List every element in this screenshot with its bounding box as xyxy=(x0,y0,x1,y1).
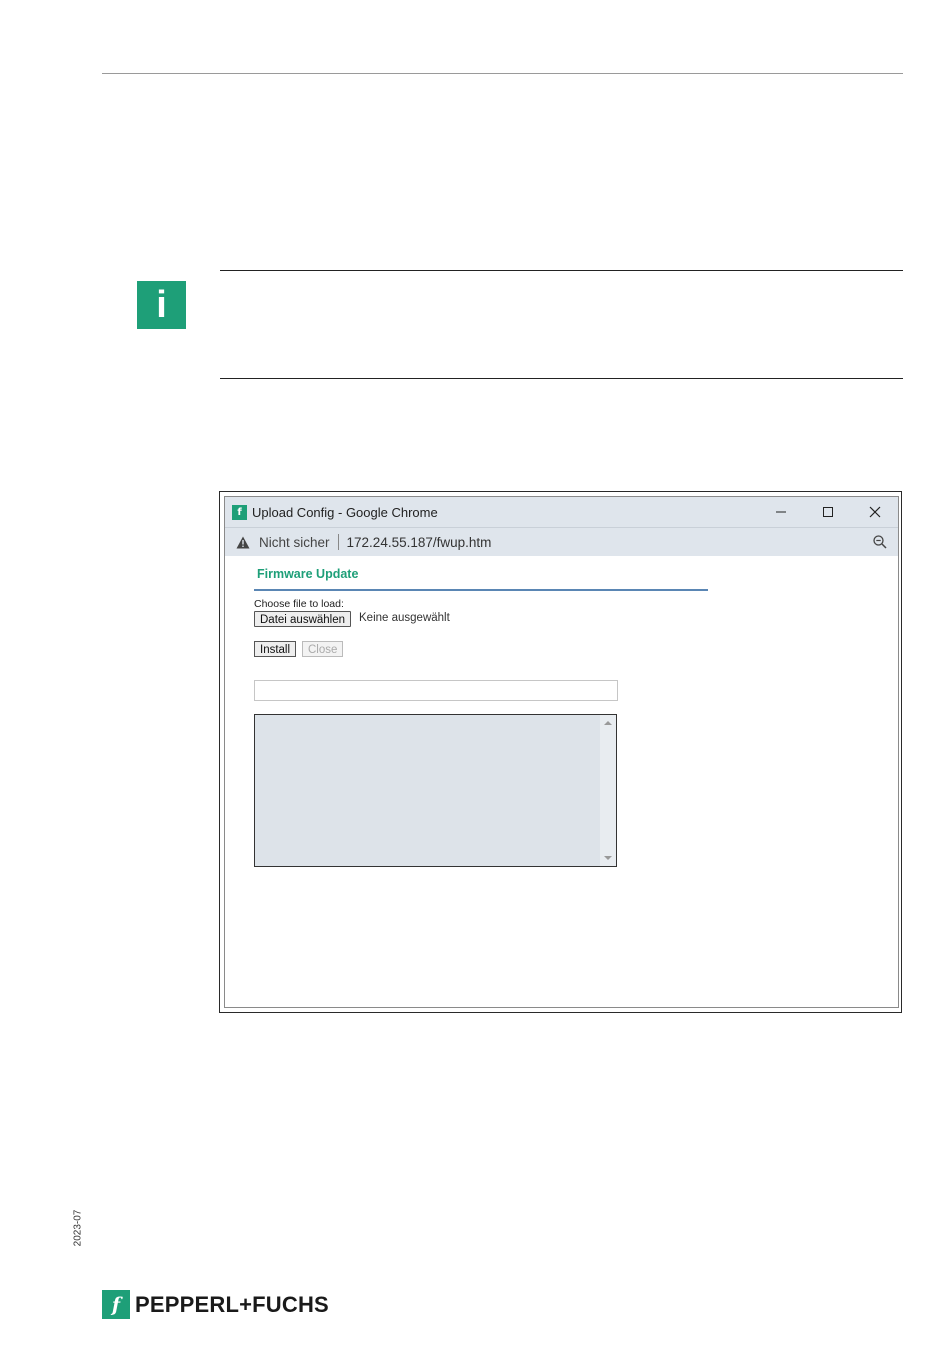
date-code: 2023-07 xyxy=(72,1209,84,1247)
log-textarea[interactable] xyxy=(254,714,617,867)
window-titlebar: f Upload Config - Google Chrome xyxy=(225,497,898,527)
info-icon: i xyxy=(137,281,186,329)
heading-underline xyxy=(254,589,708,591)
brand-mark-icon: f xyxy=(102,1290,130,1319)
minimize-button[interactable] xyxy=(757,497,804,527)
minimize-icon xyxy=(775,511,786,513)
pepperl-fuchs-app-icon: f xyxy=(232,504,247,520)
close-icon xyxy=(869,506,880,518)
close-button[interactable]: Close xyxy=(302,641,344,657)
close-window-button[interactable] xyxy=(851,497,898,527)
maximize-icon xyxy=(822,507,833,517)
scroll-up-arrow-icon[interactable] xyxy=(604,721,612,725)
page-content: Firmware Update Choose file to load: Dat… xyxy=(225,556,898,1007)
choose-file-button[interactable]: Datei auswählen xyxy=(254,611,352,627)
install-button[interactable]: Install xyxy=(254,641,297,657)
scroll-down-arrow-icon[interactable] xyxy=(604,856,612,860)
log-scrollbar[interactable] xyxy=(600,715,616,866)
address-bar[interactable]: Nicht sicher 172.24.55.187/fwup.htm xyxy=(225,527,898,556)
maximize-button[interactable] xyxy=(804,497,851,527)
firmware-update-heading: Firmware Update xyxy=(257,567,359,581)
header-rule xyxy=(102,73,903,74)
window-controls xyxy=(757,497,898,527)
url-text[interactable]: 172.24.55.187/fwup.htm xyxy=(347,535,492,550)
address-separator xyxy=(337,534,339,550)
window-title: Upload Config - Google Chrome xyxy=(252,504,438,520)
screenshot-figure: f Upload Config - Google Chrome Nicht si… xyxy=(219,491,902,1013)
file-status-text: Keine ausgewählt xyxy=(359,612,450,624)
zoom-icon[interactable] xyxy=(872,534,888,550)
security-status[interactable]: Nicht sicher xyxy=(259,535,330,550)
brand-logo: f PEPPERL+FUCHS xyxy=(102,1290,329,1319)
brand-name: PEPPERL+FUCHS xyxy=(135,1291,329,1317)
note-bottom-rule xyxy=(220,378,903,379)
progress-field xyxy=(254,680,618,701)
note-top-rule xyxy=(220,270,903,271)
warning-icon[interactable] xyxy=(235,534,251,550)
choose-file-label: Choose file to load: xyxy=(254,598,344,610)
browser-window: f Upload Config - Google Chrome Nicht si… xyxy=(224,496,899,1008)
